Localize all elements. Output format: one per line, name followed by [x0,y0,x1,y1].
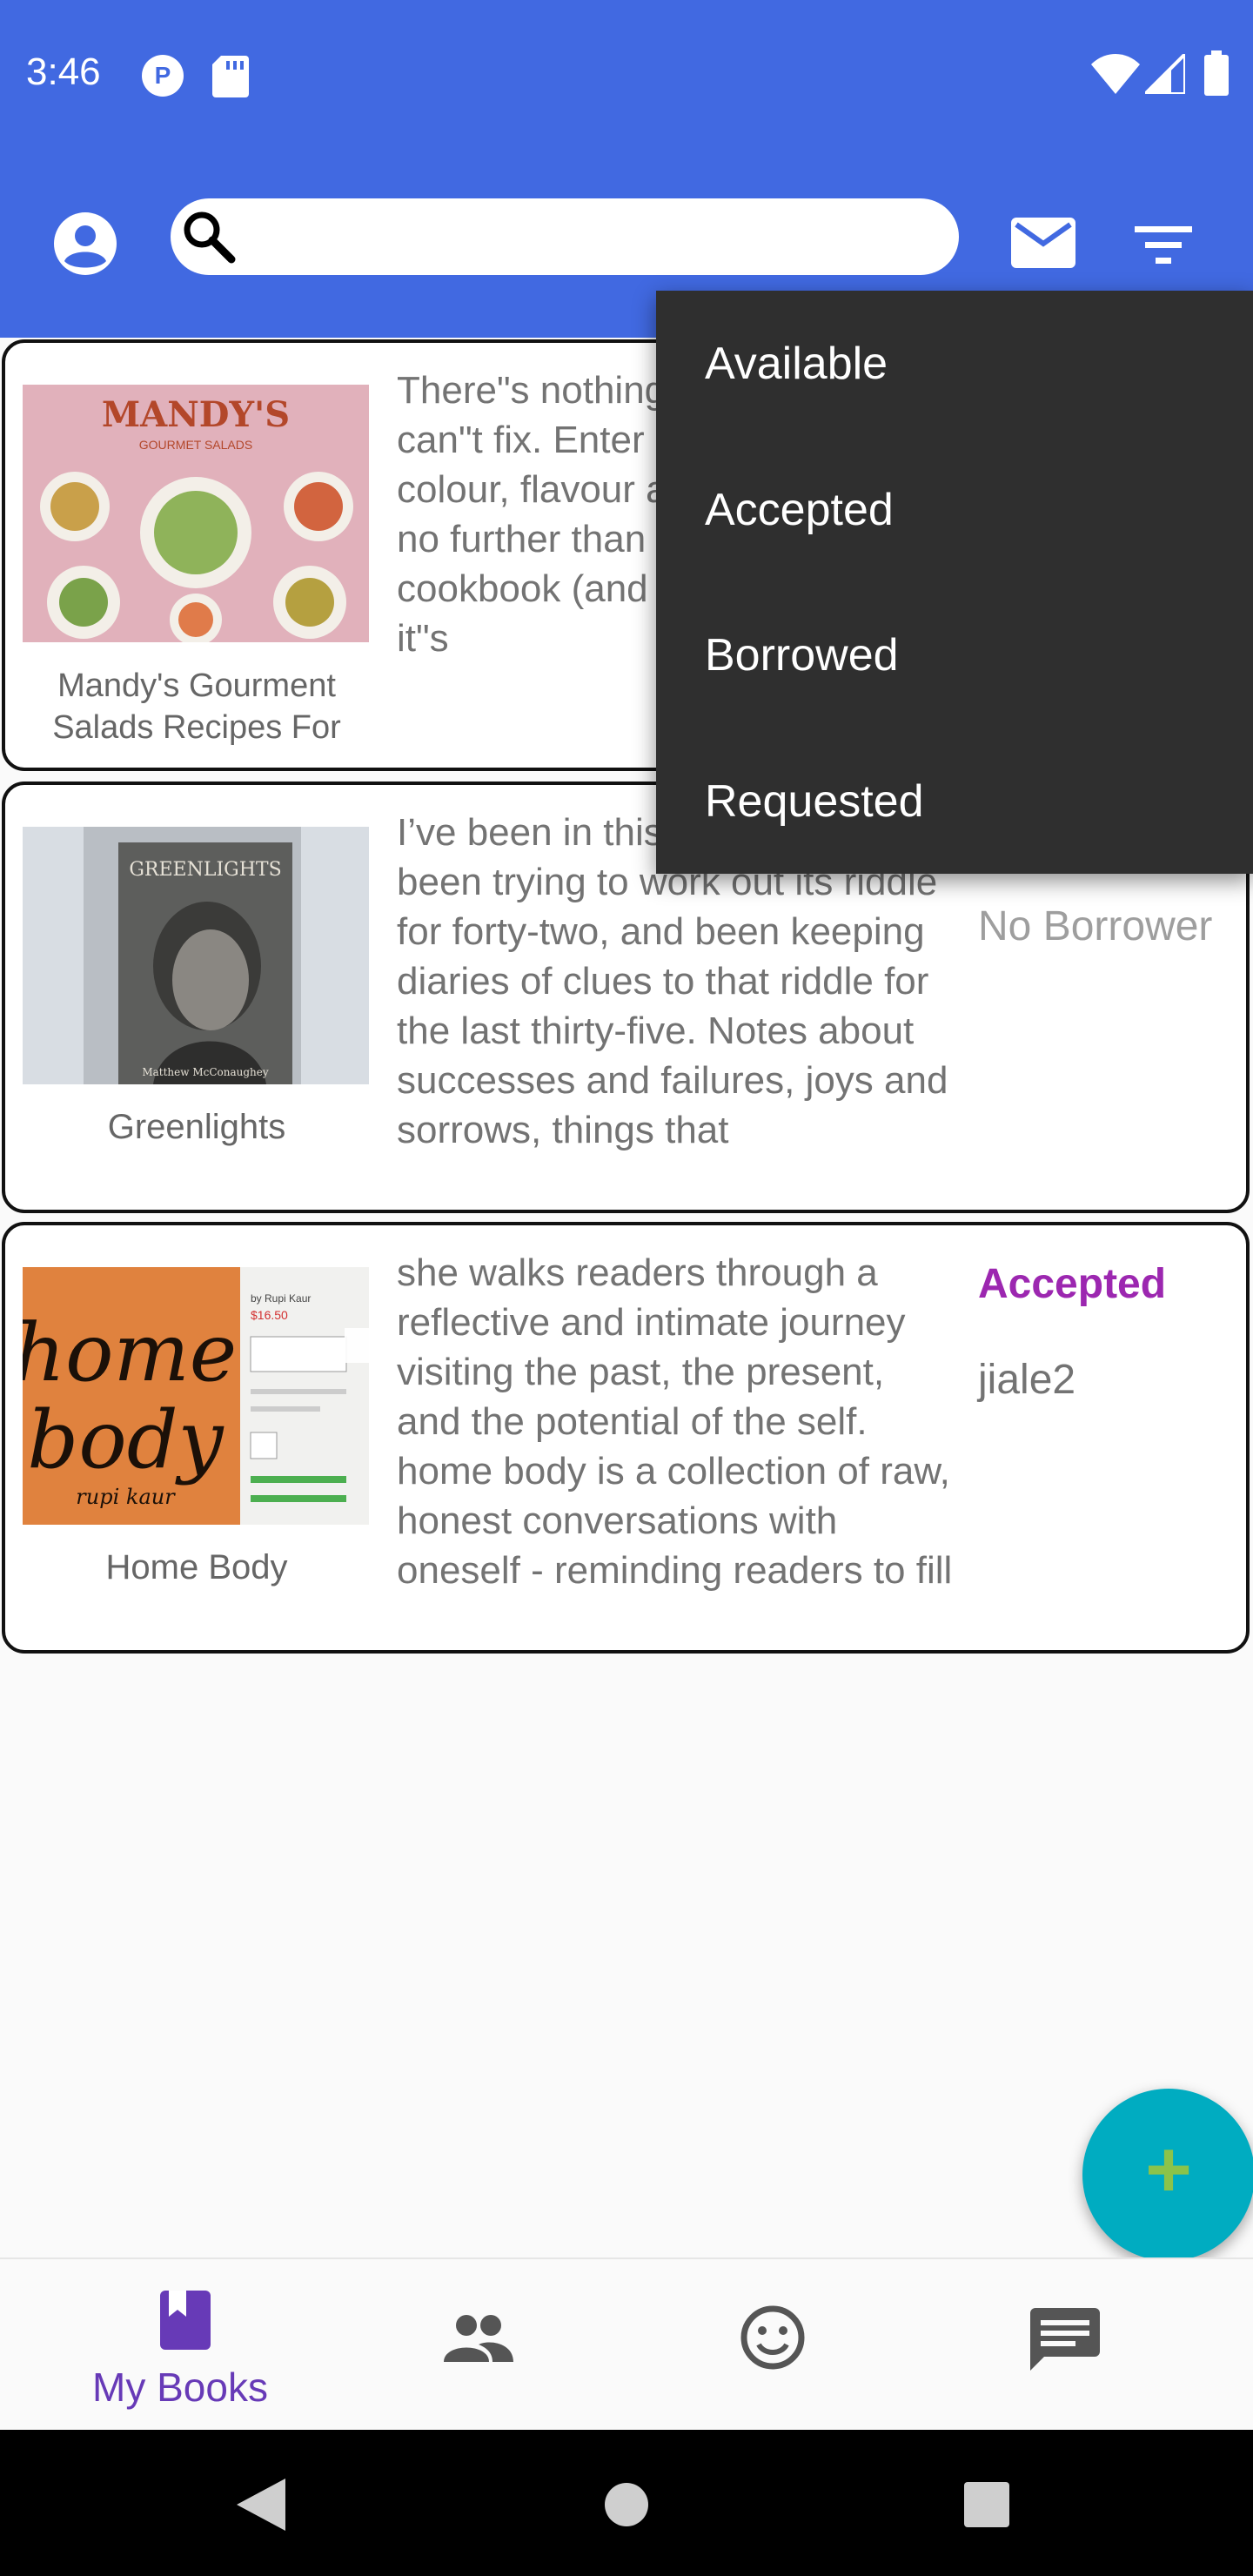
menu-item-requested[interactable]: Requested [705,775,924,828]
svg-text:by Rupi Kaur: by Rupi Kaur [251,1292,311,1305]
svg-text:P: P [155,62,171,89]
battery-icon [1204,50,1229,96]
nav-item-friends[interactable] [313,2259,626,2432]
svg-text:MANDY'S: MANDY'S [102,394,290,435]
book-icon [160,2291,211,2350]
book-title: Home Body [105,1548,288,1587]
bottom-navigation: My Books [0,2257,1253,2432]
borrower-name: jiale2 [978,1357,1076,1403]
svg-text:$16.50: $16.50 [251,1308,288,1322]
filter-icon[interactable] [1135,225,1192,265]
nav-label-my-books: My Books [92,2365,268,2410]
book-title: Mandy's Gourment Salads Recipes For [52,667,341,746]
status-time: 3:46 [26,50,101,93]
book-cover-image: home body rupi kaur by Rupi Kaur $16.50 [23,1267,369,1525]
nav-item-profile[interactable] [626,2259,940,2432]
wifi-icon [1091,54,1140,94]
smiley-icon [740,2305,805,2370]
svg-text:rupi kaur: rupi kaur [76,1485,176,1509]
chat-icon [1030,2308,1100,2371]
plus-icon: + [1145,2125,1192,2214]
filter-menu: Available Accepted Borrowed Requested [656,291,1253,874]
people-icon [444,2315,513,2362]
sd-card-icon [212,56,249,97]
notification-app-icon: P [142,55,184,97]
svg-text:GREENLIGHTS: GREENLIGHTS [129,859,281,881]
home-icon[interactable] [604,2482,649,2527]
recents-icon[interactable] [964,2482,1009,2527]
signal-icon [1145,54,1185,94]
mail-icon[interactable] [1011,218,1075,268]
account-icon[interactable] [52,211,118,277]
status-label: Accepted [978,1261,1167,1307]
book-title: Greenlights [107,1108,286,1146]
book-cover-image: GREENLIGHTS Matthew McConaughey [23,827,369,1084]
menu-item-accepted[interactable]: Accepted [705,484,894,536]
svg-text:home: home [23,1306,237,1399]
svg-text:body: body [27,1393,224,1486]
system-navigation-bar [0,2430,1253,2576]
svg-text:GOURMET SALADS: GOURMET SALADS [139,438,252,452]
book-description: she walks readers through a reflective a… [397,1251,953,1592]
search-icon [184,211,236,264]
book-card[interactable]: home body rupi kaur by Rupi Kaur $16.50 … [2,1222,1250,1654]
menu-item-available[interactable]: Available [705,338,888,390]
back-icon[interactable] [237,2479,285,2531]
svg-text:Matthew McConaughey: Matthew McConaughey [142,1066,269,1078]
nav-item-messages[interactable] [940,2259,1253,2432]
nav-item-my-books[interactable]: My Books [0,2259,313,2432]
book-cover-image: MANDY'S GOURMET SALADS [23,385,369,642]
menu-item-borrowed[interactable]: Borrowed [705,629,899,681]
add-book-button[interactable]: + [1082,2089,1253,2261]
app-bar [0,0,1253,338]
search-bar[interactable] [171,198,959,275]
search-input[interactable] [240,207,940,268]
borrower-name: No Borrower [978,903,1213,949]
